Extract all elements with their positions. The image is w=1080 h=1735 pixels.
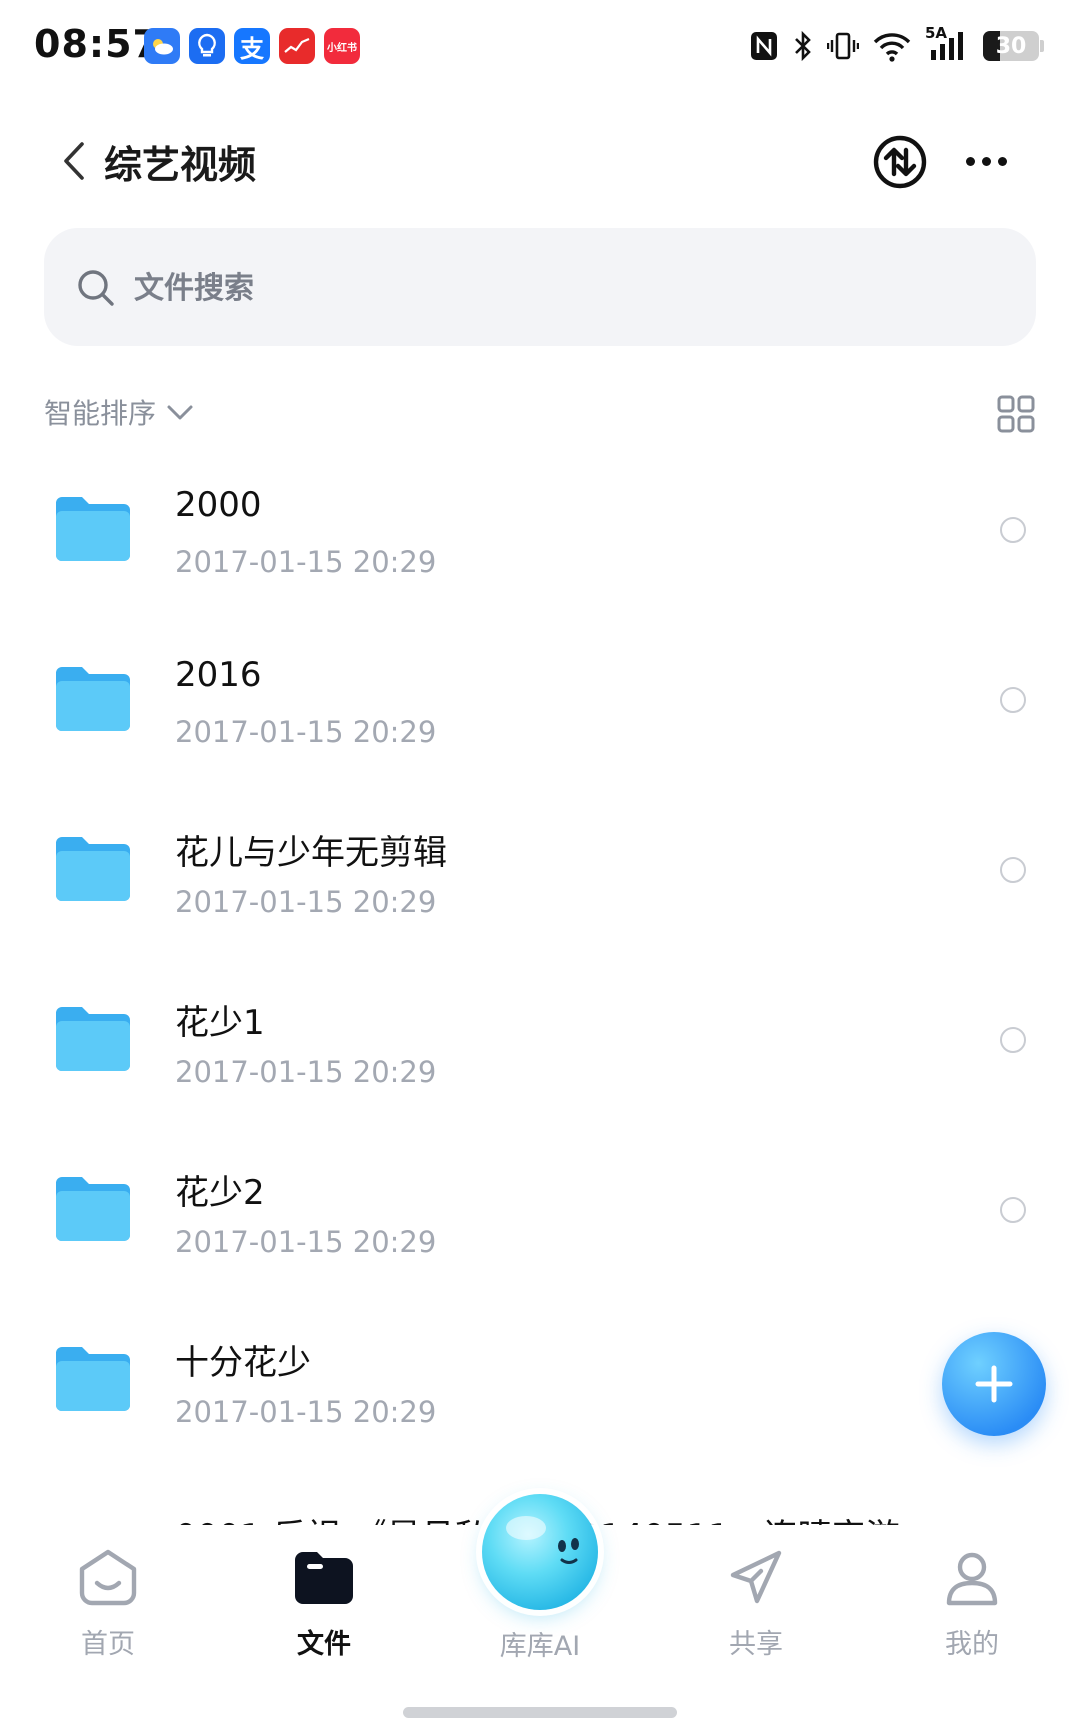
bluetooth-icon bbox=[793, 30, 813, 62]
search-bar[interactable] bbox=[44, 228, 1036, 346]
file-name: 2000 bbox=[175, 485, 262, 525]
nav-item-files[interactable]: 文件 bbox=[249, 1546, 399, 1661]
stock-app-icon bbox=[279, 28, 315, 64]
folder-icon bbox=[56, 1347, 130, 1411]
nav-label-share: 共享 bbox=[729, 1629, 783, 1660]
folder-nav-icon bbox=[292, 1546, 356, 1610]
nav-label-mine: 我的 bbox=[945, 1629, 999, 1660]
file-name: 花少2 bbox=[175, 1173, 265, 1213]
status-time: 08:57 bbox=[34, 22, 160, 66]
xiaohongshu-app-icon: 小红书 bbox=[324, 28, 360, 64]
header: 综艺视频 bbox=[0, 110, 1080, 210]
file-list: 2000 2017-01-15 20:29 2016 2017-01-15 20… bbox=[0, 445, 1080, 1525]
more-dot-icon bbox=[997, 156, 1007, 166]
folder-icon bbox=[56, 837, 130, 901]
file-row[interactable]: 花少2 2017-01-15 20:29 bbox=[0, 1125, 1080, 1295]
sort-label: 智能排序 bbox=[44, 397, 157, 430]
nav-item-share[interactable]: 共享 bbox=[681, 1546, 831, 1661]
folder-icon bbox=[56, 667, 130, 731]
nav-label-files: 文件 bbox=[297, 1629, 351, 1660]
lightbulb-app-icon bbox=[189, 28, 225, 64]
nfc-icon bbox=[749, 30, 779, 62]
file-row[interactable]: 花少1 2017-01-15 20:29 bbox=[0, 955, 1080, 1125]
alipay-app-icon: 支 bbox=[234, 28, 270, 64]
network-type-label: 5A bbox=[925, 24, 948, 42]
transfer-arrows-icon bbox=[873, 135, 927, 189]
file-date: 2017-01-15 20:29 bbox=[175, 1395, 437, 1429]
file-date: 2017-01-15 20:29 bbox=[175, 545, 437, 579]
folder-icon bbox=[56, 1177, 130, 1241]
file-date: 2017-01-15 20:29 bbox=[175, 1055, 437, 1089]
battery-indicator: 30 bbox=[983, 31, 1044, 61]
select-checkbox[interactable] bbox=[1000, 857, 1026, 883]
back-button[interactable] bbox=[56, 136, 96, 186]
more-dot-icon bbox=[965, 156, 975, 166]
grid-view-toggle[interactable] bbox=[996, 394, 1036, 434]
file-row[interactable]: 2000 2017-01-15 20:29 bbox=[0, 445, 1080, 615]
file-date: 2017-01-15 20:29 bbox=[175, 715, 437, 749]
grid-view-icon bbox=[997, 395, 1035, 433]
file-row[interactable]: 花儿与少年无剪辑 2017-01-15 20:29 bbox=[0, 785, 1080, 955]
transfer-button[interactable] bbox=[872, 134, 928, 190]
file-row[interactable]: 2016 2017-01-15 20:29 bbox=[0, 615, 1080, 785]
nav-label-ai: 库库AI bbox=[499, 1631, 581, 1662]
file-date: 2017-01-15 20:29 bbox=[175, 885, 437, 919]
home-icon bbox=[76, 1546, 140, 1610]
notification-icons: 支 小红书 bbox=[144, 28, 360, 64]
ai-assistant-button[interactable] bbox=[482, 1494, 598, 1610]
file-date: 2017-01-15 20:29 bbox=[175, 1225, 437, 1259]
status-bar: 08:57 支 小红书 5A 30 bbox=[0, 0, 1080, 90]
plus-icon bbox=[975, 1365, 1013, 1403]
user-icon bbox=[940, 1546, 1004, 1610]
nav-label-home: 首页 bbox=[81, 1629, 135, 1660]
select-checkbox[interactable] bbox=[1000, 1197, 1026, 1223]
cellular-signal-icon: 5A bbox=[925, 24, 969, 64]
search-icon bbox=[78, 270, 114, 306]
more-dot-icon bbox=[981, 156, 991, 166]
select-checkbox[interactable] bbox=[1000, 1027, 1026, 1053]
paper-plane-icon bbox=[724, 1546, 788, 1610]
ai-mascot-icon bbox=[506, 1516, 579, 1564]
folder-icon bbox=[56, 1007, 130, 1071]
page-title: 综艺视频 bbox=[104, 143, 257, 187]
battery-icon: 30 bbox=[983, 31, 1039, 61]
search-input[interactable] bbox=[132, 258, 996, 318]
add-button[interactable] bbox=[942, 1332, 1046, 1436]
nav-item-mine[interactable]: 我的 bbox=[897, 1546, 1047, 1661]
file-name: 十分花少 bbox=[175, 1343, 311, 1383]
weather-app-icon bbox=[144, 28, 180, 64]
file-name: 2016 bbox=[175, 655, 262, 695]
wifi-icon bbox=[873, 30, 911, 62]
chevron-down-icon bbox=[167, 405, 193, 420]
battery-tip bbox=[1040, 40, 1044, 52]
file-name: 花儿与少年无剪辑 bbox=[175, 833, 447, 873]
select-checkbox[interactable] bbox=[1000, 687, 1026, 713]
file-name: 花少1 bbox=[175, 1003, 265, 1043]
more-options-button[interactable] bbox=[956, 136, 1016, 186]
home-indicator bbox=[403, 1707, 677, 1718]
vibrate-icon bbox=[827, 30, 859, 62]
chevron-left-icon bbox=[64, 142, 84, 180]
system-indicators: 5A 30 bbox=[749, 24, 1044, 64]
sort-dropdown[interactable]: 智能排序 bbox=[44, 392, 194, 432]
nav-item-home[interactable]: 首页 bbox=[33, 1546, 183, 1661]
folder-icon bbox=[56, 497, 130, 561]
select-checkbox[interactable] bbox=[1000, 517, 1026, 543]
battery-percent: 30 bbox=[995, 33, 1027, 59]
file-row[interactable]: 十分花少 2017-01-15 20:29 bbox=[0, 1295, 1080, 1465]
